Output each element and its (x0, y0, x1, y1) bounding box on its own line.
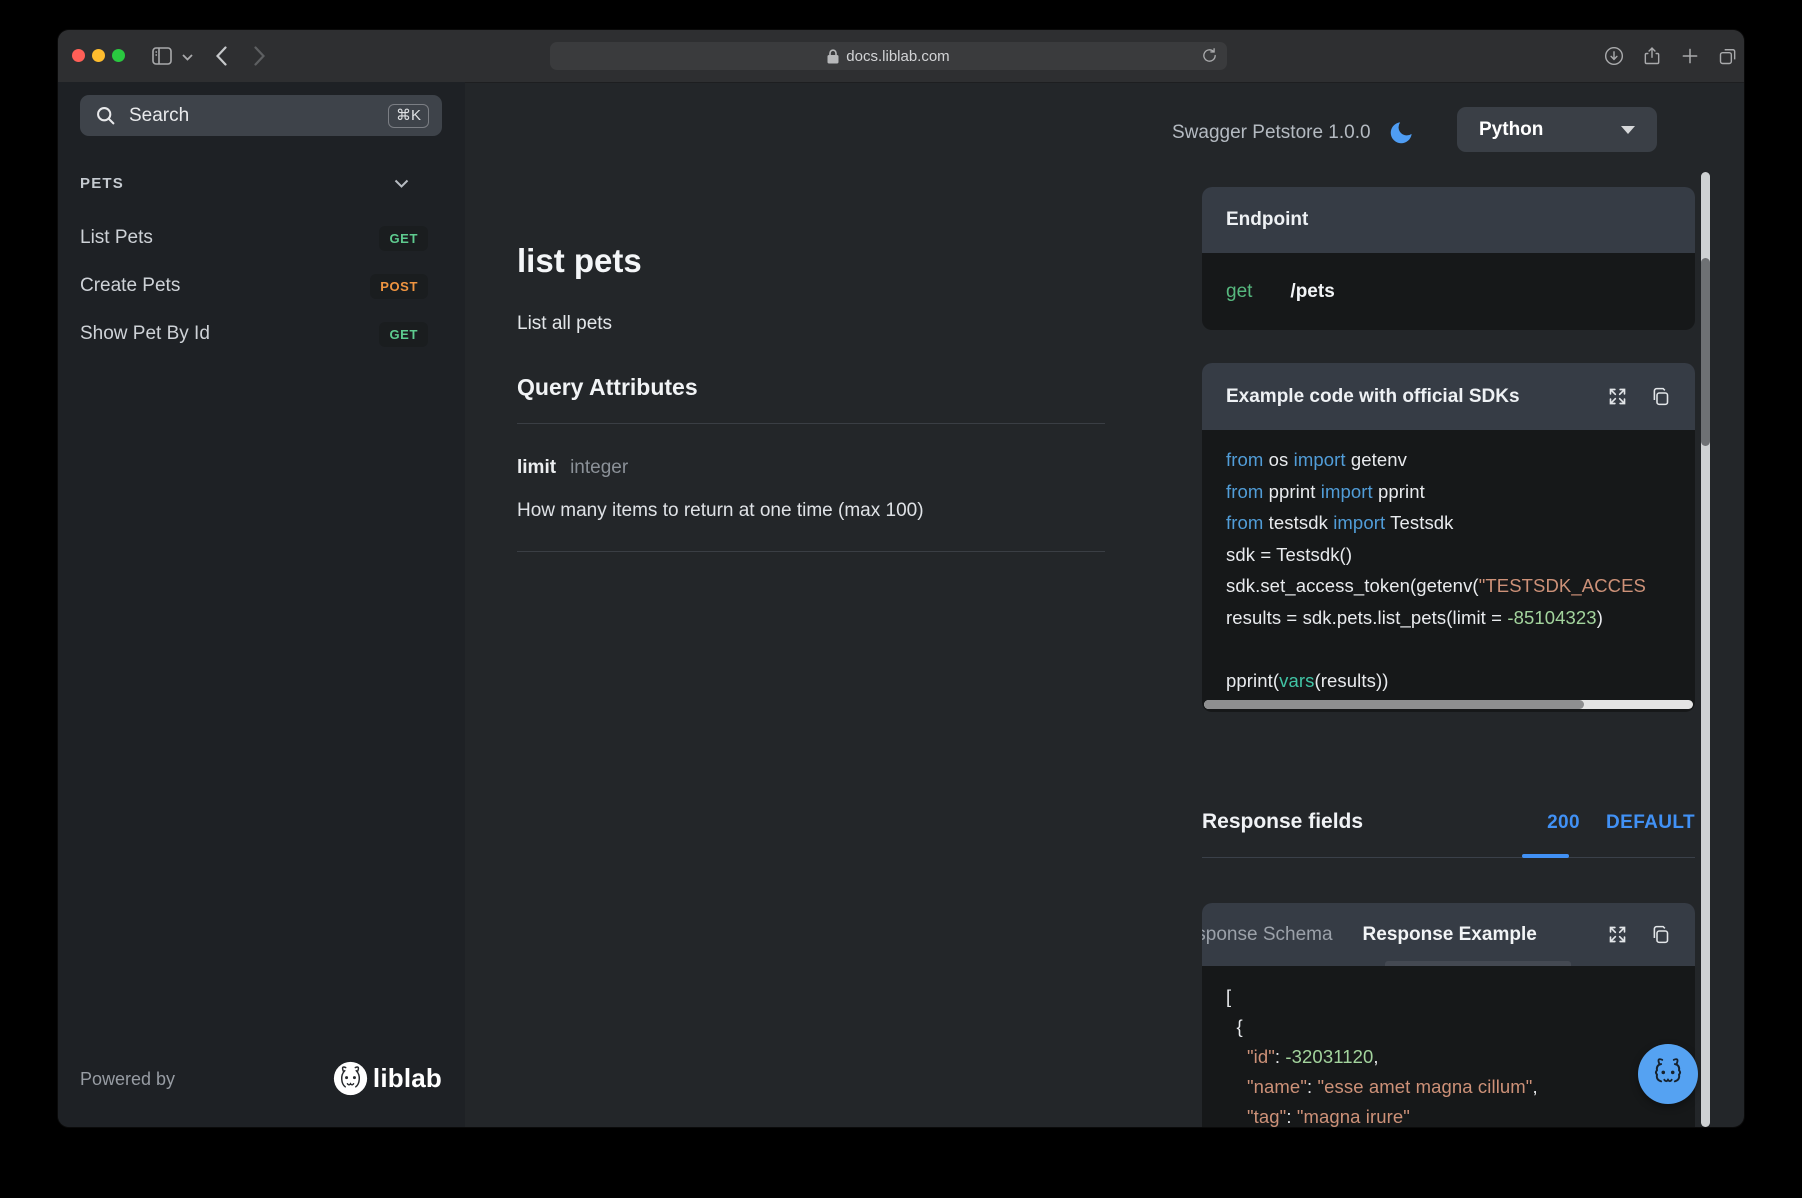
dropdown-caret-icon (1621, 126, 1635, 134)
language-selected: Python (1479, 119, 1543, 141)
endpoint-card-header: Endpoint (1202, 187, 1695, 253)
attribute-name: limit (517, 457, 556, 478)
address-bar[interactable]: docs.liblab.com (550, 42, 1227, 70)
minimize-window-button[interactable] (92, 49, 105, 62)
search-shortcut-badge: ⌘K (388, 104, 429, 128)
tab-overview-button[interactable] (1718, 46, 1738, 71)
toolbar-actions (1604, 46, 1738, 71)
sidebar-chevron-icon[interactable] (182, 54, 193, 61)
search-input[interactable]: Search ⌘K (80, 95, 442, 136)
screen-background: docs.liblab.com (0, 0, 1802, 1198)
method-badge: POST (370, 274, 428, 299)
close-window-button[interactable] (72, 49, 85, 62)
sidebar-item-show-pet-by-id[interactable]: Show Pet By Id GET (80, 319, 442, 349)
response-json-block: [ { "id": -32031120, "name": "esse amet … (1202, 966, 1695, 1127)
divider (517, 423, 1105, 424)
nav-item-label: Create Pets (80, 275, 180, 297)
copy-icon[interactable] (1650, 386, 1671, 407)
search-placeholder: Search (129, 105, 189, 127)
share-button[interactable] (1642, 46, 1662, 71)
api-title: Swagger Petstore 1.0.0 (1172, 122, 1371, 144)
theme-moon-icon[interactable] (1388, 119, 1415, 146)
page-title: list pets (517, 242, 642, 280)
attribute-description: How many items to return at one time (ma… (517, 500, 924, 522)
back-button[interactable] (216, 46, 227, 66)
expand-icon[interactable] (1607, 924, 1628, 945)
method-badge: GET (379, 322, 428, 347)
liblab-mascot-icon (333, 1061, 368, 1096)
liblab-mascot-icon (1647, 1053, 1689, 1095)
copy-icon[interactable] (1650, 924, 1671, 945)
traffic-lights (72, 49, 125, 62)
method-badge: GET (379, 226, 428, 251)
endpoint-path: /pets (1290, 281, 1334, 303)
reload-button[interactable] (1201, 47, 1218, 68)
tabs-divider (1202, 857, 1695, 858)
horizontal-scrollbar-thumb[interactable] (1204, 700, 1584, 709)
active-tab-indicator (1385, 961, 1571, 966)
example-code-card: Example code with official SDKs from os … (1202, 363, 1695, 712)
nav-item-label: List Pets (80, 227, 153, 249)
lock-icon (827, 49, 839, 64)
liblab-logo[interactable]: liblab (333, 1061, 442, 1096)
sdk-code-block: from os import getenvfrom pprint import … (1202, 430, 1695, 697)
tab-default[interactable]: DEFAULT (1606, 812, 1695, 834)
example-card-title: Example code with official SDKs (1226, 386, 1520, 408)
forward-button[interactable] (254, 46, 265, 66)
zoom-window-button[interactable] (112, 49, 125, 62)
url-text: docs.liblab.com (846, 48, 949, 65)
sidebar-footer: Powered by liblab (58, 1061, 465, 1101)
query-attributes-heading: Query Attributes (517, 374, 698, 401)
endpoint-title: Endpoint (1226, 209, 1308, 231)
vertical-scrollbar-track[interactable] (1701, 172, 1710, 1127)
sidebar-toggle-icon[interactable] (152, 47, 172, 65)
sidebar-item-create-pets[interactable]: Create Pets POST (80, 271, 442, 301)
new-tab-button[interactable] (1680, 46, 1700, 71)
browser-window: docs.liblab.com (58, 30, 1744, 1127)
language-dropdown[interactable]: Python (1457, 107, 1657, 152)
endpoint-body: get /pets (1202, 253, 1695, 330)
example-card-header: Example code with official SDKs (1202, 363, 1695, 430)
endpoint-card: Endpoint get /pets (1202, 187, 1695, 330)
active-tab-underline (1522, 854, 1569, 858)
response-example-card: Response Schema Response Example [ { "id… (1202, 903, 1695, 1127)
divider (517, 551, 1105, 552)
liblab-chat-widget[interactable] (1638, 1044, 1698, 1104)
downloads-button[interactable] (1604, 46, 1624, 71)
sidebar-section-pets[interactable]: PETS (80, 170, 427, 196)
liblab-wordmark: liblab (373, 1063, 442, 1094)
endpoint-method: get (1226, 281, 1252, 303)
nav-item-label: Show Pet By Id (80, 323, 210, 345)
section-label: PETS (80, 175, 124, 192)
horizontal-scrollbar-track[interactable] (1204, 700, 1693, 709)
main-content: list pets List all pets Query Attributes… (465, 82, 1202, 1127)
search-icon (95, 105, 116, 126)
vertical-scrollbar-thumb[interactable] (1701, 258, 1710, 446)
browser-toolbar: docs.liblab.com (58, 30, 1744, 83)
powered-by-label: Powered by (80, 1069, 175, 1090)
page-description: List all pets (517, 313, 612, 335)
attribute-row: limit integer (517, 457, 628, 479)
attribute-type: integer (570, 457, 628, 478)
response-status-tabs: 200 DEFAULT (1202, 812, 1695, 834)
response-card-header: Response Schema Response Example (1202, 903, 1695, 966)
expand-icon[interactable] (1607, 386, 1628, 407)
tab-200[interactable]: 200 (1547, 812, 1580, 834)
tab-response-example[interactable]: Response Example (1363, 924, 1537, 946)
chevron-down-icon (394, 179, 409, 188)
sidebar-item-list-pets[interactable]: List Pets GET (80, 223, 442, 253)
tab-response-schema[interactable]: Response Schema (1202, 924, 1333, 946)
sidebar: Search ⌘K PETS List Pets GET Create Pets… (58, 82, 465, 1127)
